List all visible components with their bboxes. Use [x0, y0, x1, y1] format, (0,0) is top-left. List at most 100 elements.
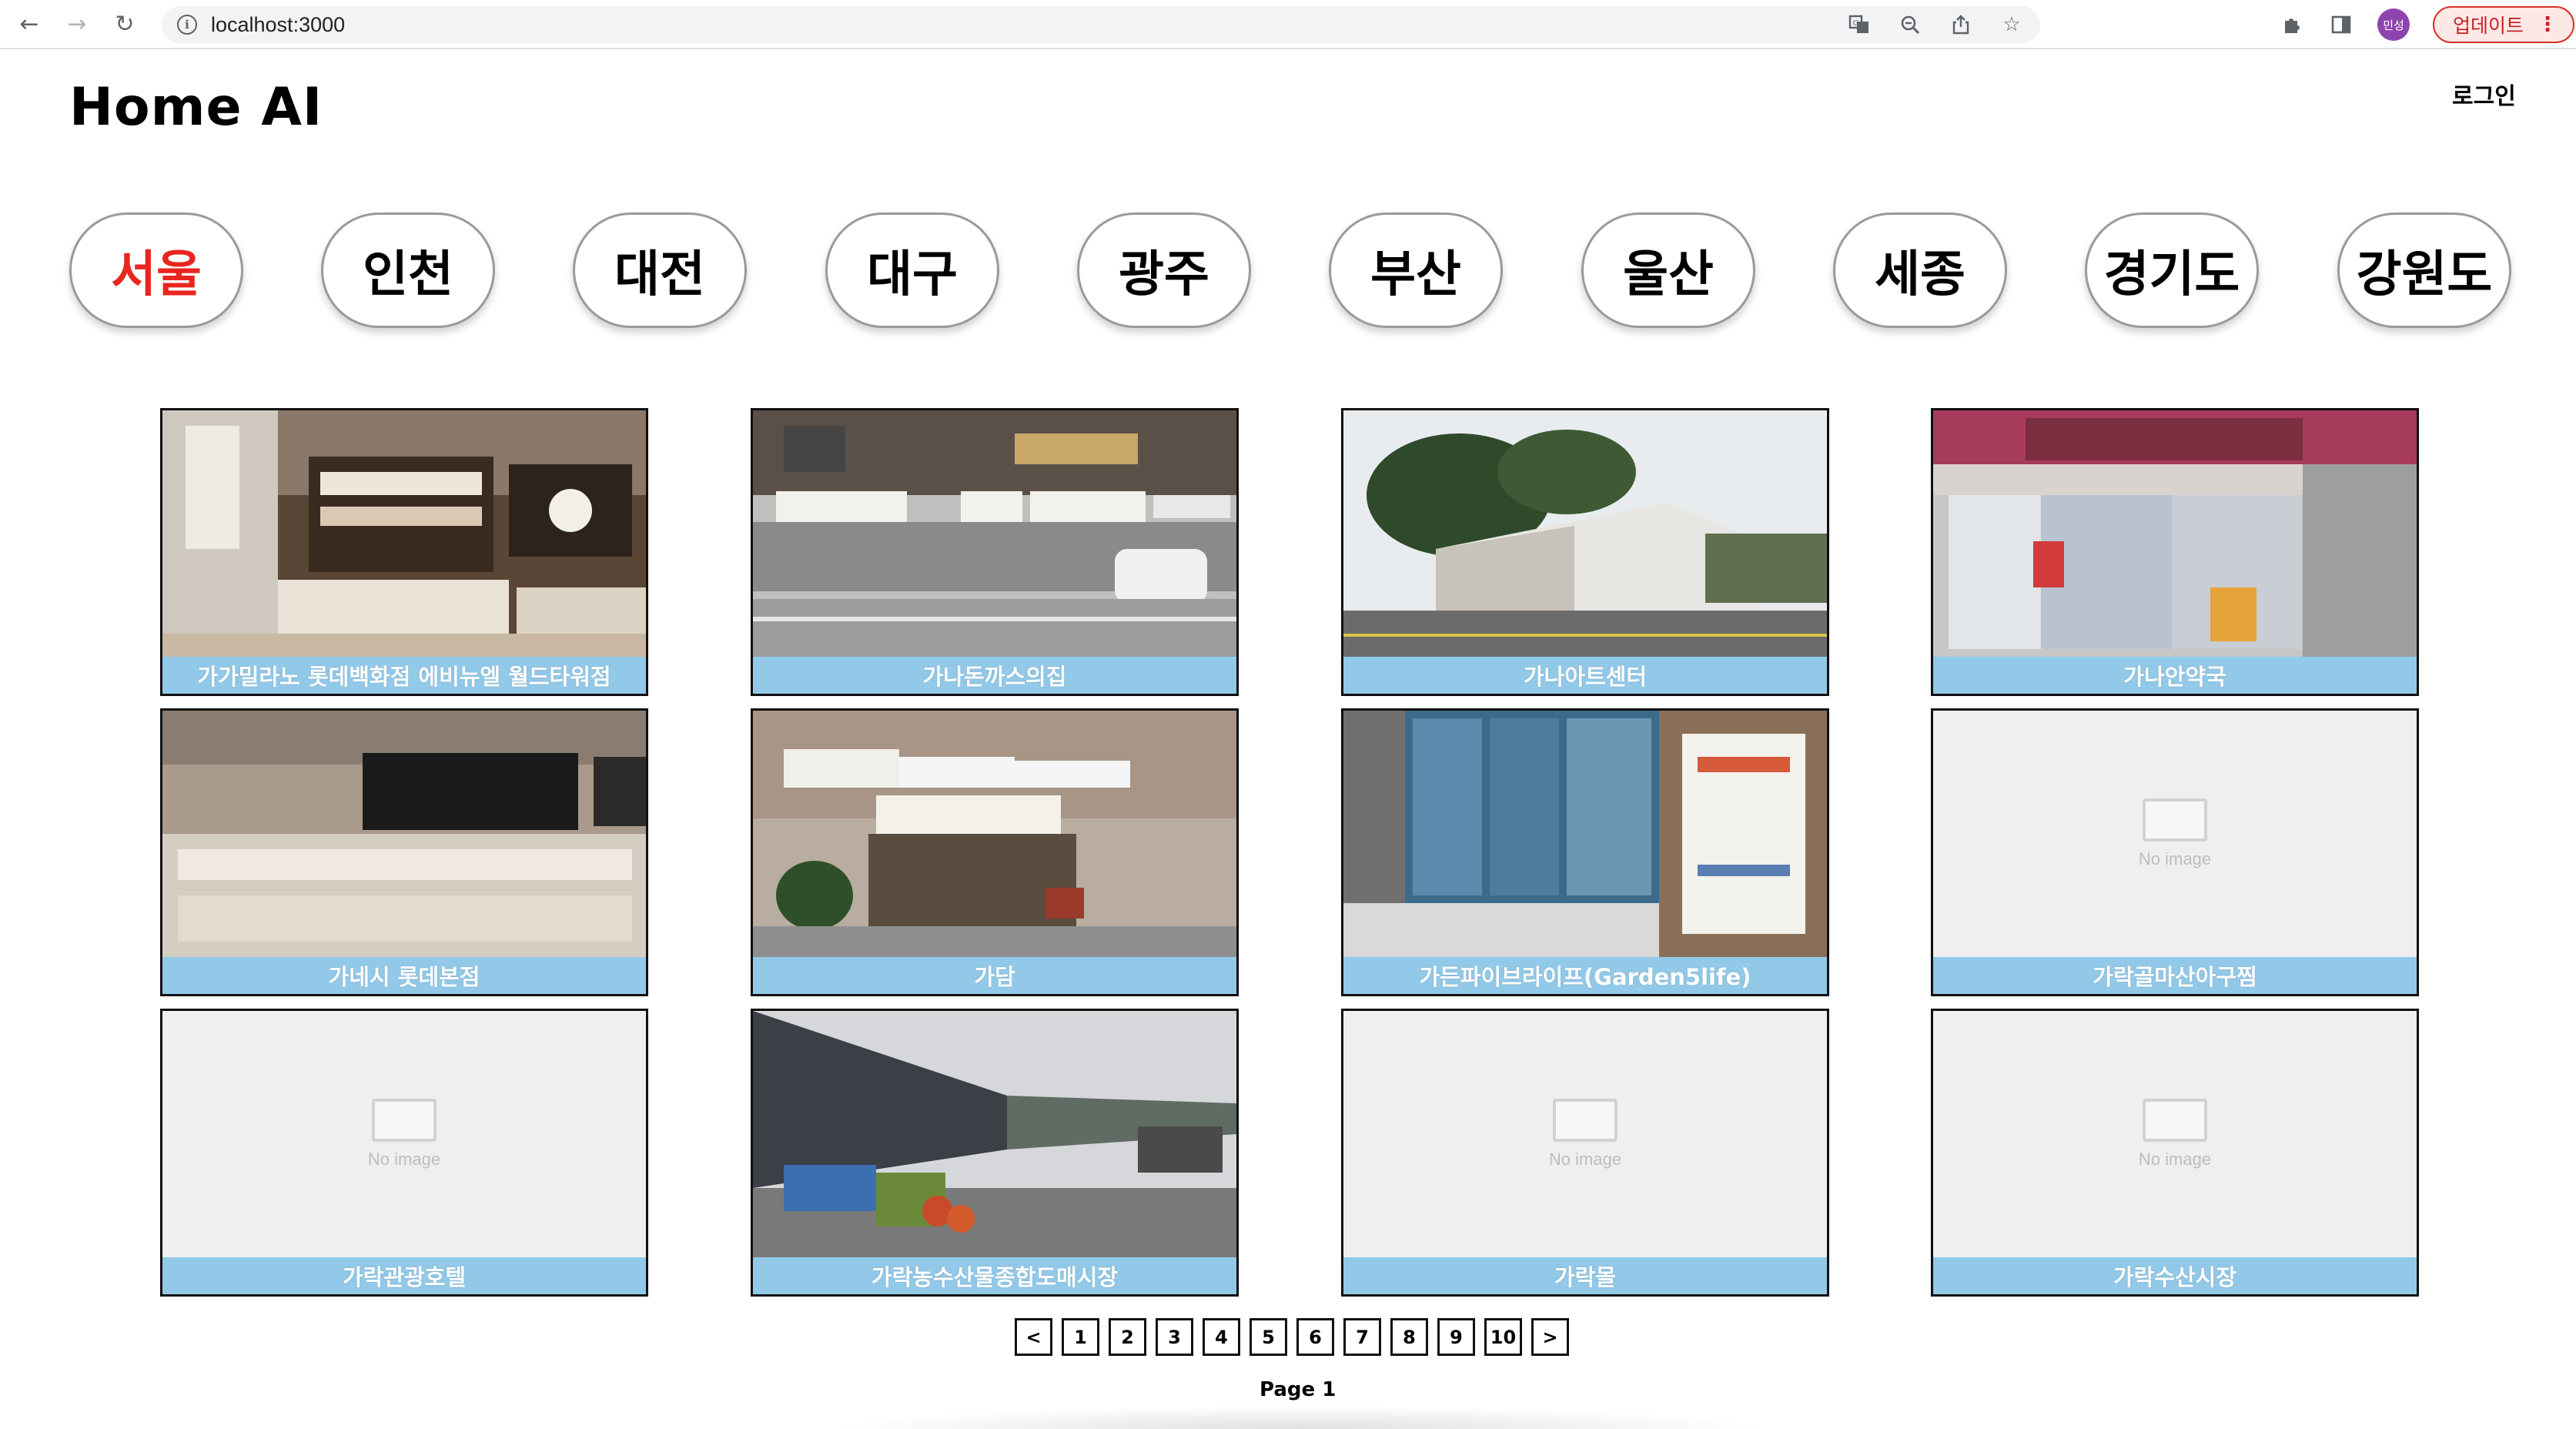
region-button-gwangju[interactable]: 광주 — [1077, 213, 1251, 328]
region-button-daegu[interactable]: 대구 — [825, 213, 999, 328]
region-label: 부산 — [1370, 246, 1461, 303]
region-button-busan[interactable]: 부산 — [1329, 213, 1503, 328]
region-label: 대전 — [614, 246, 705, 303]
page-button[interactable]: 4 — [1203, 1318, 1240, 1356]
place-name: 가락농수산물종합도매시장 — [753, 1257, 1236, 1294]
page-button[interactable]: 9 — [1437, 1318, 1475, 1356]
place-photo — [753, 410, 1236, 657]
region-label: 울산 — [1623, 246, 1714, 303]
region-button-incheon[interactable]: 인천 — [321, 213, 495, 328]
region-label: 세종 — [1875, 246, 1965, 303]
svg-text:G: G — [1853, 19, 1859, 28]
region-selector: 서울 인천 대전 대구 광주 부산 울산 세종 경기도 강원도 — [69, 213, 2511, 330]
region-label: 인천 — [363, 246, 453, 303]
image-placeholder-icon — [372, 1099, 437, 1142]
update-label: 업데이트 — [2453, 15, 2524, 37]
region-button-ulsan[interactable]: 울산 — [1581, 213, 1755, 328]
update-button[interactable]: 업데이트 ⋮ — [2433, 6, 2575, 43]
page-button[interactable]: 1 — [1062, 1318, 1099, 1356]
side-panel-icon[interactable] — [2328, 12, 2354, 38]
login-link[interactable]: 로그인 — [2452, 77, 2516, 111]
page-button[interactable]: 2 — [1109, 1318, 1146, 1356]
place-card[interactable]: No image 가락골마산아구찜 — [1931, 708, 2419, 996]
place-card[interactable]: 가락농수산물종합도매시장 — [751, 1009, 1239, 1297]
place-card[interactable]: 가네시 롯데본점 — [160, 708, 648, 996]
place-card[interactable]: No image 가락몰 — [1341, 1009, 1829, 1297]
place-photo: No image — [162, 1011, 646, 1257]
url-text[interactable]: localhost:3000 — [211, 13, 345, 37]
place-name: 가나안약국 — [1933, 657, 2417, 694]
region-button-gangwon[interactable]: 강원도 — [2337, 213, 2511, 328]
place-name: 가나아트센터 — [1343, 657, 1827, 694]
site-title[interactable]: Home AI — [69, 77, 323, 138]
place-card[interactable]: 가담 — [751, 708, 1239, 996]
region-label: 서울 — [111, 246, 202, 303]
zoom-icon[interactable] — [1899, 13, 1922, 36]
pagination: < 1 2 3 4 5 6 7 8 9 10 > — [1015, 1318, 1569, 1357]
place-card[interactable]: 가든파이브라이프(Garden5life) — [1341, 708, 1829, 996]
place-photo: No image — [1933, 1011, 2417, 1257]
place-name: 가든파이브라이프(Garden5life) — [1343, 957, 1827, 994]
no-image-text: No image — [2138, 1150, 2212, 1169]
region-button-gyeonggi[interactable]: 경기도 — [2085, 213, 2259, 328]
place-card[interactable]: No image 가락수산시장 — [1931, 1009, 2419, 1297]
translate-icon[interactable]: G — [1848, 13, 1871, 36]
share-icon[interactable] — [1949, 13, 1972, 36]
next-page-button[interactable]: > — [1531, 1318, 1569, 1356]
place-name: 가네시 롯데본점 — [162, 957, 646, 994]
image-placeholder-icon — [2143, 1099, 2207, 1142]
region-label: 경기도 — [2103, 246, 2240, 303]
no-image-placeholder: No image — [1343, 1011, 1827, 1257]
site-info-icon[interactable]: i — [177, 15, 197, 35]
place-name: 가가밀라노 롯데백화점 에비뉴엘 월드타워점 — [162, 657, 646, 694]
no-image-text: No image — [367, 1150, 441, 1169]
place-photo: No image — [1933, 711, 2417, 957]
back-arrow-icon[interactable]: ← — [14, 8, 45, 39]
place-photo — [1343, 410, 1827, 657]
footer-shadow — [831, 1406, 1771, 1429]
place-photo: No image — [1343, 1011, 1827, 1257]
page-button[interactable]: 5 — [1250, 1318, 1287, 1356]
place-photo — [162, 711, 646, 957]
region-label: 광주 — [1119, 246, 1209, 303]
page-button[interactable]: 7 — [1343, 1318, 1381, 1356]
place-card[interactable]: 가가밀라노 롯데백화점 에비뉴엘 월드타워점 — [160, 408, 648, 696]
page-button[interactable]: 6 — [1296, 1318, 1334, 1356]
region-button-daejeon[interactable]: 대전 — [573, 213, 747, 328]
page-button[interactable]: 8 — [1390, 1318, 1428, 1356]
current-page-label: Page 1 — [1260, 1378, 1337, 1401]
place-card[interactable]: 가나아트센터 — [1341, 408, 1829, 696]
region-label: 대구 — [867, 246, 958, 303]
image-placeholder-icon — [2143, 798, 2207, 842]
place-photo — [753, 1011, 1236, 1257]
extensions-puzzle-icon[interactable] — [2279, 12, 2305, 38]
no-image-text: No image — [1548, 1150, 1622, 1169]
no-image-placeholder: No image — [1933, 1011, 2417, 1257]
prev-page-button[interactable]: < — [1015, 1318, 1052, 1356]
browser-toolbar: ← → ↻ i localhost:3000 G ☆ 민성 업데이트 ⋮ — [0, 0, 2576, 49]
place-name: 가락몰 — [1343, 1257, 1827, 1294]
place-photo — [753, 711, 1236, 957]
place-photo — [1343, 711, 1827, 957]
region-button-sejong[interactable]: 세종 — [1833, 213, 2007, 328]
place-name: 가락수산시장 — [1933, 1257, 2417, 1294]
bookmark-star-icon[interactable]: ☆ — [2000, 13, 2023, 36]
place-card[interactable]: 가나안약국 — [1931, 408, 2419, 696]
reload-icon[interactable]: ↻ — [109, 8, 140, 39]
profile-avatar[interactable]: 민성 — [2377, 8, 2410, 41]
place-photo — [162, 410, 646, 657]
page-button[interactable]: 10 — [1484, 1318, 1522, 1356]
region-label: 강원도 — [2356, 246, 2493, 303]
address-bar[interactable]: i localhost:3000 G ☆ — [162, 6, 2040, 43]
no-image-text: No image — [2138, 849, 2212, 868]
place-card[interactable]: 가나돈까스의집 — [751, 408, 1239, 696]
place-name: 가락관광호텔 — [162, 1257, 646, 1294]
no-image-placeholder: No image — [1933, 711, 2417, 957]
more-menu-icon[interactable]: ⋮ — [2538, 13, 2558, 36]
place-card[interactable]: No image 가락관광호텔 — [160, 1009, 648, 1297]
place-name: 가나돈까스의집 — [753, 657, 1236, 694]
forward-arrow-icon[interactable]: → — [62, 8, 92, 39]
region-button-seoul[interactable]: 서울 — [69, 213, 243, 328]
page-button[interactable]: 3 — [1156, 1318, 1193, 1356]
place-name: 가담 — [753, 957, 1236, 994]
